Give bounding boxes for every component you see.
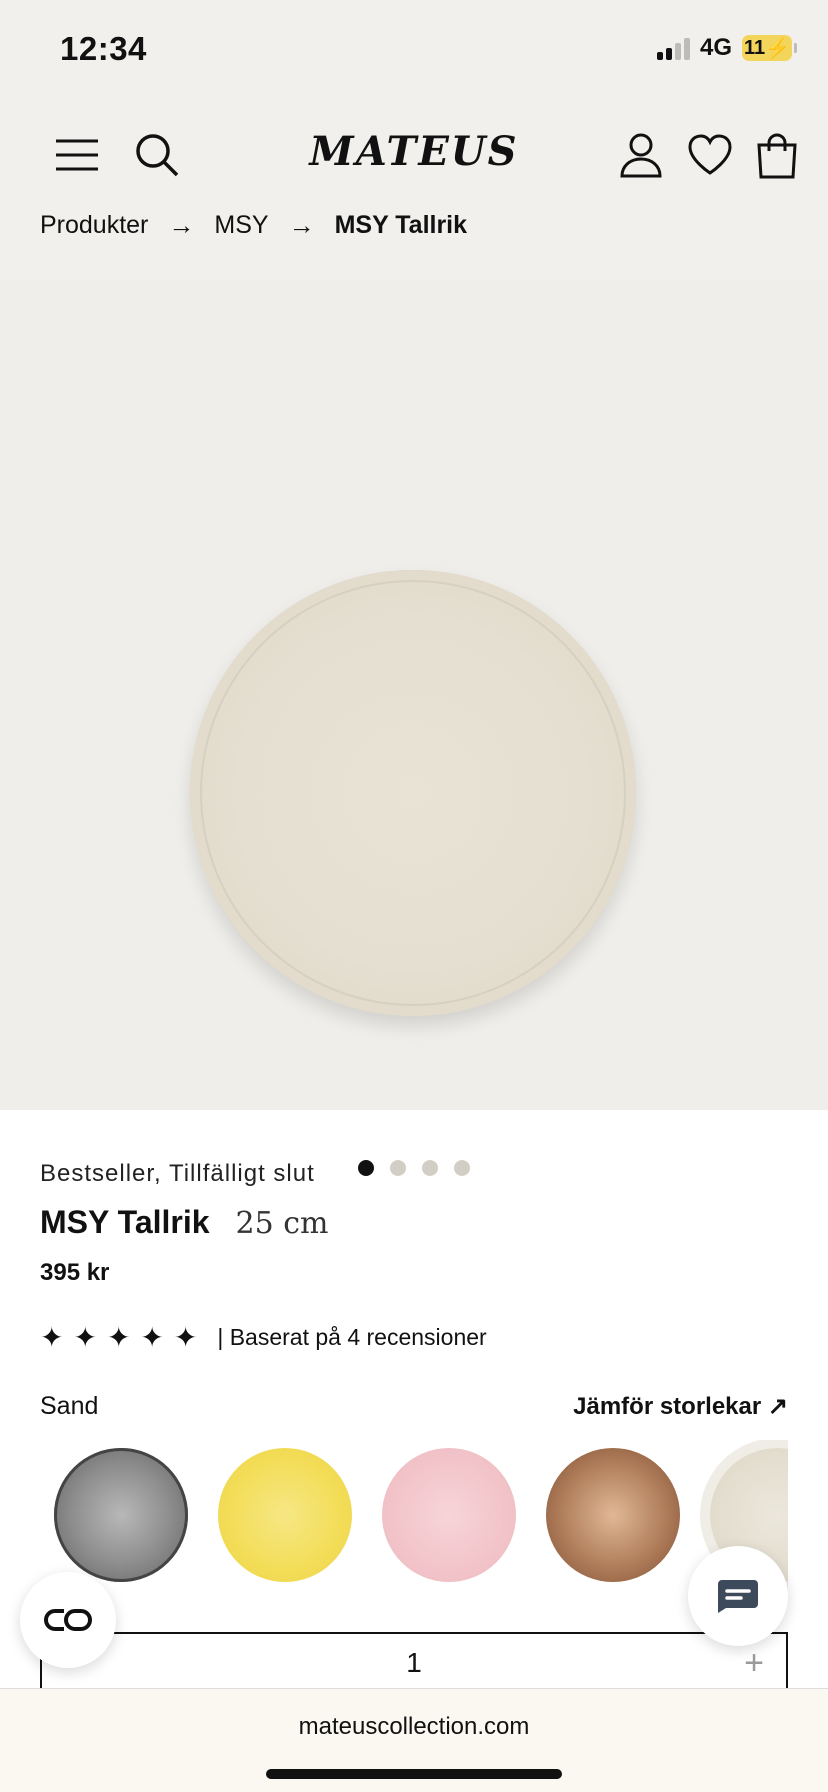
product-price: 395 kr	[40, 1259, 110, 1286]
network-label: 4G	[699, 34, 732, 61]
signal-icon	[656, 36, 690, 60]
product-info: Bestseller, Tillfälligt slut MSY Tallrik…	[40, 1160, 790, 1354]
swatch-pink[interactable]	[382, 1448, 516, 1582]
quantity-value[interactable]: 1	[406, 1647, 422, 1679]
star-icon: ✦	[173, 1322, 198, 1353]
color-row: Sand Jämför storlekar ↗	[40, 1392, 788, 1421]
rating[interactable]: ✦ ✦ ✦ ✦ ✦ | Baserat på 4 recensioner	[40, 1321, 790, 1354]
battery-level: 11	[743, 36, 766, 59]
breadcrumb: Produkter → MSY → MSY Tallrik	[40, 210, 467, 241]
color-swatches	[40, 1440, 788, 1590]
plate-image	[190, 570, 636, 1016]
star-icon: ✦	[73, 1322, 97, 1353]
swatch-brown[interactable]	[546, 1448, 680, 1582]
breadcrumb-msy[interactable]: MSY	[214, 211, 268, 240]
breadcrumb-current: MSY Tallrik	[334, 211, 468, 239]
reviews-count[interactable]: | Baserat på 4 recensioner	[217, 1324, 486, 1351]
url-text[interactable]: mateuscollection.com	[0, 1713, 828, 1741]
account-icon[interactable]	[616, 130, 666, 180]
status-indicators: 4G 11 ⚡	[656, 34, 797, 62]
star-icon: ✦	[140, 1322, 164, 1353]
breadcrumb-produkter[interactable]: Produkter	[40, 211, 148, 240]
home-indicator[interactable]	[266, 1769, 562, 1779]
product-title: MSY Tallrik	[40, 1204, 210, 1240]
product-image-carousel[interactable]	[0, 280, 828, 1176]
chat-button[interactable]	[688, 1546, 788, 1646]
star-icon: ✦	[106, 1322, 131, 1353]
arrow-right-icon: →	[168, 210, 195, 240]
title-row: MSY Tallrik 25 cm	[40, 1204, 790, 1241]
swatch-yellow[interactable]	[218, 1448, 352, 1582]
status-bar: 12:34 4G 11 ⚡	[0, 0, 828, 100]
arrow-right-icon: →	[288, 210, 315, 240]
link-icon	[44, 1609, 92, 1631]
browser-url-bar[interactable]: mateuscollection.com	[0, 1688, 828, 1792]
chat-icon	[718, 1580, 758, 1613]
quantity-increase-button[interactable]: +	[744, 1644, 764, 1683]
cart-bag-icon[interactable]	[752, 130, 802, 180]
product-size: 25 cm	[235, 1206, 329, 1241]
link-button[interactable]	[20, 1572, 116, 1668]
battery-icon: 11 ⚡	[742, 35, 797, 61]
star-icon: ✦	[40, 1322, 64, 1353]
page-header: MATEUS Produkter → MSY → MSY Tallrik	[0, 100, 828, 1176]
quantity-stepper: − 1 +	[40, 1632, 788, 1692]
status-time: 12:34	[60, 30, 147, 67]
wishlist-heart-icon[interactable]	[685, 130, 735, 180]
compare-sizes-link[interactable]: Jämför storlekar ↗	[573, 1392, 788, 1421]
product-tags: Bestseller, Tillfälligt slut	[40, 1160, 315, 1187]
swatch-grey[interactable]	[54, 1448, 188, 1582]
selected-color-name: Sand	[40, 1392, 99, 1420]
